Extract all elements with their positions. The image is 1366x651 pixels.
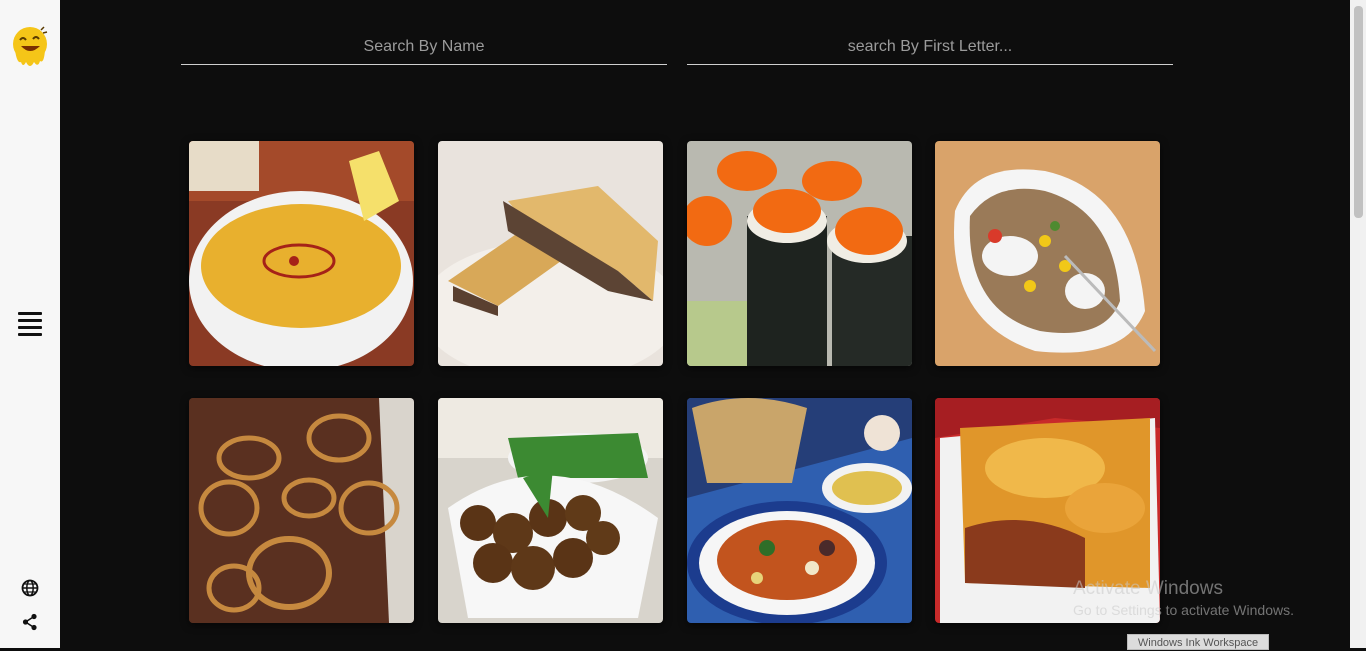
meal-card-lentil-soup[interactable] — [189, 141, 414, 366]
vegetable-salad-plate-photo — [687, 398, 912, 623]
sidebar — [0, 0, 60, 648]
vertical-scrollbar[interactable] — [1350, 0, 1366, 648]
hamburger-menu-icon[interactable] — [18, 312, 42, 336]
search-by-first-letter-input[interactable] — [687, 30, 1173, 65]
search-by-name-input[interactable] — [181, 30, 667, 65]
main-content — [60, 0, 1350, 648]
scrollbar-thumb[interactable] — [1354, 6, 1363, 218]
falafel-plate-photo — [438, 398, 663, 623]
meal-card-falafel[interactable] — [438, 398, 663, 623]
meal-card-lasagna[interactable] — [935, 398, 1160, 623]
globe-icon[interactable] — [21, 579, 39, 597]
sushi-rolls-photo — [687, 141, 912, 366]
stuffed-baked-potato-photo — [935, 141, 1160, 366]
meal-card-baked-potato[interactable] — [935, 141, 1160, 366]
share-icon[interactable] — [21, 613, 39, 631]
meal-card-meat-pie[interactable] — [438, 141, 663, 366]
beef-with-onions-photo — [189, 398, 414, 623]
meal-card-vegetable-salad[interactable] — [687, 398, 912, 623]
smiley-logo-icon[interactable] — [11, 24, 49, 70]
lentil-soup-photo — [189, 141, 414, 366]
meal-card-sushi[interactable] — [687, 141, 912, 366]
lasagna-photo — [935, 398, 1160, 623]
meat-pie-photo — [438, 141, 663, 366]
meal-card-beef-onions[interactable] — [189, 398, 414, 623]
